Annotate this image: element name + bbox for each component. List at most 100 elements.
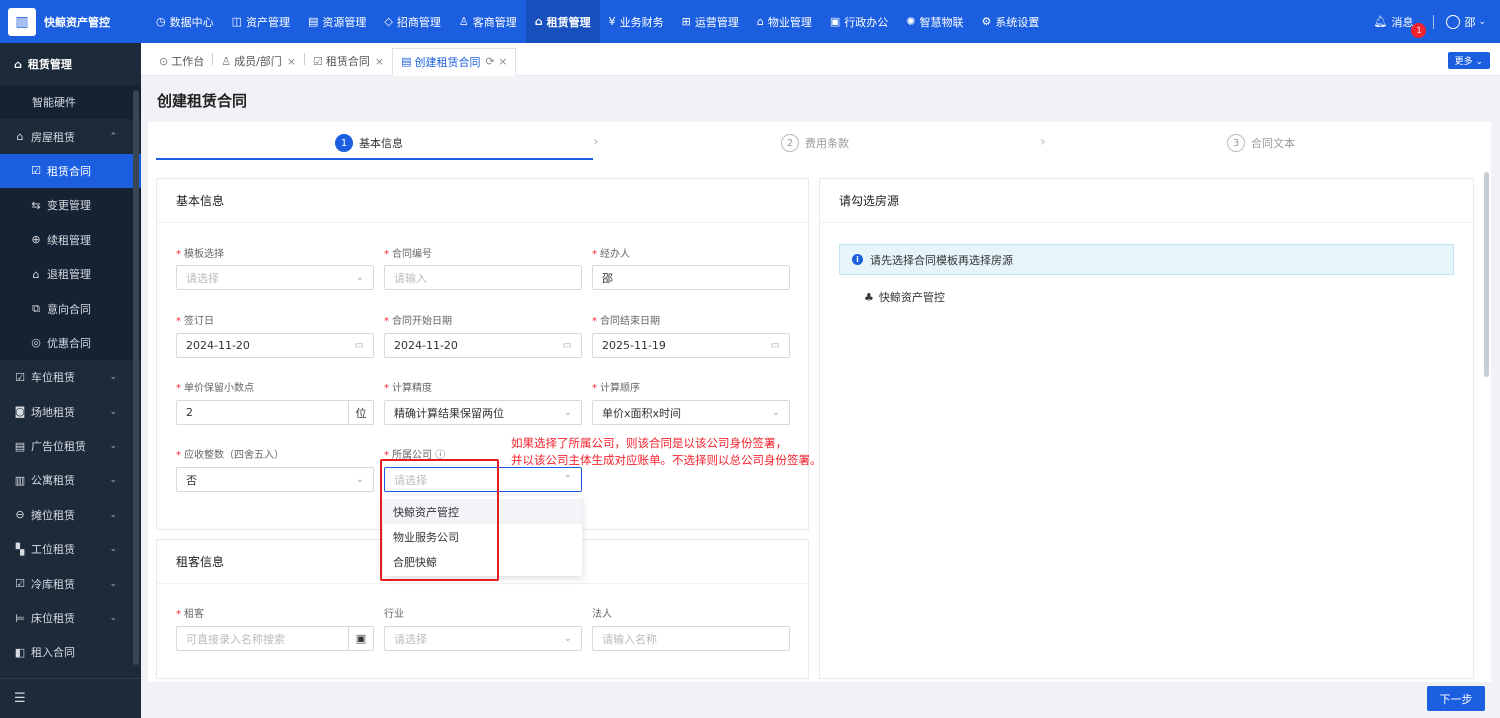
bed-icon: ⊨ [15, 611, 25, 625]
dashboard-icon: ◷ [156, 15, 166, 28]
sidebar-item-lease-contract[interactable]: ☑ 租赁合同 [0, 153, 141, 189]
nav-investment[interactable]: ◇ 招商管理 [375, 0, 449, 43]
nav-property[interactable]: ⌂ 物业管理 [748, 0, 821, 43]
info-text: 请先选择合同模板再选择房源 [870, 253, 1013, 267]
next-step-button[interactable]: 下一步 [1427, 686, 1485, 711]
tab-lease-contract[interactable]: ☑ 租赁合同 × [305, 47, 392, 75]
tree-node-root[interactable]: ♣ 快鲸资产管控 [864, 289, 945, 305]
round-select[interactable]: 否 ⌄ [176, 467, 374, 492]
round-label: * 应收整数（四舍五入） [176, 450, 284, 461]
clipboard-icon[interactable]: ▣ [348, 626, 373, 651]
messages-button[interactable]: 🔔︎ 消息 1 [1373, 14, 1427, 38]
nav-finance[interactable]: ¥ 业务财务 [600, 0, 673, 43]
sidebar-item-label: 租赁合同 [47, 164, 91, 178]
nav-settings[interactable]: ⚙ 系统设置 [972, 0, 1048, 43]
handler-input[interactable]: 邵 [592, 265, 790, 290]
sidebar-item-cold-storage[interactable]: ☑ 冷库租赁 ⌄ [0, 566, 141, 600]
sidebar-item-ad[interactable]: ▤ 广告位租赁 ⌄ [0, 429, 141, 463]
template-select[interactable]: 请选择 ⌄ [176, 265, 374, 290]
industry-select[interactable]: 请选择 ⌄ [384, 626, 582, 651]
collapse-menu-button[interactable]: ☰ [0, 678, 141, 718]
sidebar-item-label: 冷库租赁 [31, 577, 75, 591]
form-icon: ▤ [401, 55, 412, 68]
decimal-input[interactable]: 2位 [176, 400, 374, 425]
tab-workbench[interactable]: ⊙ 工作台 [151, 47, 212, 75]
sidebar-item-label: 续租管理 [47, 233, 91, 247]
nav-data-center[interactable]: ◷ 数据中心 [147, 0, 223, 43]
apartment-icon: ▥ [14, 473, 26, 487]
tab-members[interactable]: ♙ 成员/部门 × [213, 47, 304, 75]
legal-input[interactable]: 请输入名称 [592, 626, 790, 651]
note-line: 如果选择了所属公司，则该合同是以该公司身份签署， [511, 436, 787, 450]
decimal-unit: 位 [348, 400, 373, 425]
nav-office[interactable]: ▣ 行政办公 [821, 0, 897, 43]
sidebar-item-workstation[interactable]: ▚ 工位租赁 ⌄ [0, 532, 141, 566]
sidebar-item-venue[interactable]: ◙ 场地租赁 ⌄ [0, 395, 141, 429]
chevron-right-icon: › [593, 134, 599, 150]
order-select[interactable]: 单价x面积x时间 ⌄ [592, 400, 790, 425]
start-date-picker[interactable]: 2024-11-20 ▭ [384, 333, 582, 358]
step-basic-info[interactable]: 1 基本信息 [335, 134, 403, 152]
sidebar-item-label: 租入合同 [31, 646, 75, 660]
sidebar-item-renewal[interactable]: ⊕ 续租管理 [0, 222, 141, 257]
monitor-icon: ▣ [829, 15, 841, 28]
chevron-down-icon: ⌄ [109, 475, 117, 486]
nav-asset[interactable]: ◫ 资产管理 [223, 0, 299, 43]
bell-icon: 🔔︎ [1373, 15, 1388, 28]
chevron-up-icon: ⌃ [109, 131, 117, 142]
close-icon[interactable]: × [375, 55, 384, 68]
parking-icon: ☑ [15, 370, 25, 384]
nav-resource[interactable]: ▤ 资源管理 [299, 0, 375, 43]
sidebar-title-label: 租赁管理 [27, 58, 72, 71]
sidebar-item-terminate[interactable]: ⌂ 退租管理 [0, 256, 141, 292]
booth-icon: ⊖ [15, 508, 25, 522]
nav-label: 租赁管理 [546, 15, 591, 29]
sidebar-item-booth[interactable]: ⊖ 摊位租赁 ⌄ [0, 498, 141, 532]
logo-icon: ▥ [8, 7, 36, 36]
user-menu[interactable]: 邵 ⌄ [1446, 14, 1486, 30]
divider [1433, 14, 1435, 29]
content-scrollbar[interactable] [1484, 172, 1489, 377]
tab-label: 租赁合同 [325, 55, 370, 68]
tenant-search-input[interactable]: 可直接录入名称搜索 ▣ [176, 626, 374, 651]
sign-date-picker[interactable]: 2024-11-20 ▭ [176, 333, 374, 358]
user-icon: ♙ [458, 15, 469, 28]
sidebar-item-parking[interactable]: ☑ 车位租赁 ⌄ [0, 360, 141, 394]
refresh-close-icon[interactable]: ⟳ × [486, 55, 508, 68]
end-date-label: * 合同结束日期 [592, 316, 660, 327]
home-icon: ⌂ [534, 15, 543, 28]
sidebar-item-lease-in[interactable]: ◧ 租入合同 [0, 635, 141, 669]
nav-lease[interactable]: ⌂ 租赁管理 [525, 0, 600, 43]
step-contract-text[interactable]: 3 合同文本 [1227, 134, 1295, 152]
precision-select[interactable]: 精确计算结果保留两位 ⌄ [384, 400, 582, 425]
sidebar-scrollbar[interactable] [133, 90, 139, 665]
sidebar-item-bed[interactable]: ⊨ 床位租赁 ⌄ [0, 601, 141, 635]
nav-operation[interactable]: ⊞ 运营管理 [673, 0, 748, 43]
app-logo[interactable]: ▥ 快鲸资产管控 [0, 0, 141, 43]
nav-customer[interactable]: ♙ 客商管理 [450, 0, 526, 43]
sidebar-item-house-lease[interactable]: ⌂ 房屋租赁 ⌃ [0, 119, 141, 153]
nav-label: 资产管理 [246, 15, 291, 29]
sidebar-item-discount[interactable]: ◎ 优惠合同 [0, 325, 141, 361]
tab-label: 创建租赁合同 [414, 55, 481, 69]
more-tabs-button[interactable]: 更多 ⌄ [1447, 52, 1490, 69]
end-date-picker[interactable]: 2025-11-19 ▭ [592, 333, 790, 358]
sidebar-item-change[interactable]: ⇆ 变更管理 [0, 188, 141, 223]
step-fee-terms[interactable]: 2 费用条款 [781, 134, 849, 152]
chevron-right-icon: › [1040, 134, 1046, 150]
tab-create-contract[interactable]: ▤ 创建租赁合同 ⟳ × [392, 48, 517, 76]
nav-label: 数据中心 [169, 15, 214, 29]
sidebar-item-smart-hardware[interactable]: 智能硬件 [0, 85, 141, 120]
change-icon: ⇆ [31, 198, 41, 212]
sidebar-title: ⌂ 租赁管理 [0, 43, 141, 85]
sidebar-item-apartment[interactable]: ▥ 公寓租赁 ⌄ [0, 463, 141, 497]
nav-label: 智慧物联 [919, 15, 964, 29]
annotation-note: 如果选择了所属公司，则该合同是以该公司身份签署， 并以该公司主体生成对应账单。不… [511, 435, 871, 469]
nav-iot[interactable]: ✺ 智慧物联 [897, 0, 972, 43]
close-icon[interactable]: × [287, 55, 296, 68]
contract-no-input[interactable]: 请输入 [384, 265, 582, 290]
note-line: 并以该公司主体生成对应账单。不选择则以总公司身份签署。 [511, 453, 822, 467]
messages-label: 消息 [1391, 15, 1414, 29]
tab-label: 工作台 [171, 55, 205, 68]
sidebar-item-intent[interactable]: ⧉ 意向合同 [0, 291, 141, 326]
